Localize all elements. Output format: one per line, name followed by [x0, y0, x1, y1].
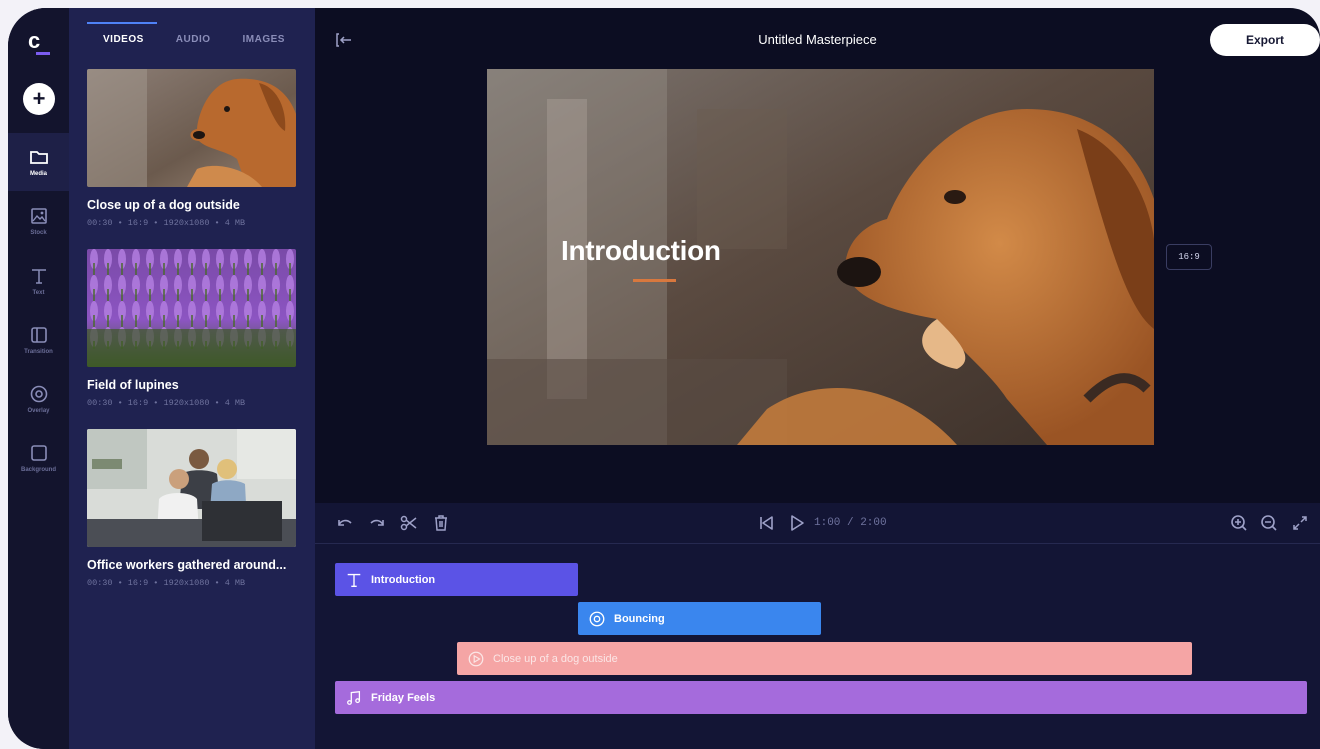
rail-item-background[interactable]: Background	[8, 429, 69, 487]
rail-item-label: Text	[32, 290, 45, 296]
media-meta: 00:30 • 16:9 • 1920x1080 • 4 MB	[87, 218, 246, 228]
timeline-clip-audio[interactable]: Friday Feels	[335, 681, 1307, 714]
media-panel: VIDEOS AUDIO IMAGES Close up of a dog ou…	[69, 8, 315, 749]
skip-back-icon[interactable]	[756, 513, 776, 533]
image-icon	[30, 208, 47, 224]
scissors-icon[interactable]	[399, 513, 419, 533]
media-meta: 00:30 • 16:9 • 1920x1080 • 4 MB	[87, 578, 246, 588]
media-title: Close up of a dog outside	[87, 198, 240, 212]
timeline: Introduction Bouncing Close up of a dog …	[315, 544, 1320, 749]
rail-item-media[interactable]: Media	[8, 133, 69, 191]
zoom-out-icon[interactable]	[1259, 513, 1279, 533]
active-tab-indicator	[87, 22, 157, 24]
folder-icon	[29, 151, 48, 164]
tab-images[interactable]: IMAGES	[243, 30, 285, 49]
aspect-ratio-badge[interactable]: 16:9	[1166, 244, 1212, 270]
rail-item-stock[interactable]: Stock	[8, 192, 69, 250]
text-icon	[347, 573, 361, 587]
rail-item-transition[interactable]: Transition	[8, 311, 69, 369]
media-item[interactable]: Field of lupines 00:30 • 16:9 • 1920x108…	[87, 249, 297, 408]
overlay-icon	[589, 611, 605, 626]
media-title: Office workers gathered around...	[87, 558, 287, 572]
editor-window: c + Media Stock Text Transition Overlay …	[8, 8, 1320, 749]
media-tabs: VIDEOS AUDIO IMAGES	[87, 30, 285, 49]
fit-timeline-icon[interactable]	[1290, 513, 1310, 533]
export-button[interactable]: Export	[1210, 24, 1320, 56]
clip-label: Bouncing	[614, 612, 665, 625]
music-icon	[347, 690, 361, 705]
playback-controls: 1:00 / 2:00	[315, 503, 1320, 544]
clip-label: Introduction	[371, 573, 436, 586]
rail-item-label: Stock	[30, 230, 47, 236]
editor-main: Untitled Masterpiece Export Introduction…	[315, 8, 1320, 749]
media-item[interactable]: Close up of a dog outside 00:30 • 16:9 •…	[87, 69, 297, 228]
play-icon[interactable]	[787, 513, 807, 533]
trash-icon[interactable]	[431, 513, 451, 533]
zoom-in-icon[interactable]	[1229, 513, 1249, 533]
timeline-clip-video[interactable]: Close up of a dog outside	[457, 642, 1192, 675]
top-bar: Untitled Masterpiece Export	[315, 8, 1320, 68]
project-title[interactable]: Untitled Masterpiece	[315, 32, 1320, 47]
tab-audio[interactable]: AUDIO	[176, 30, 211, 49]
timeline-clip-text[interactable]: Introduction	[335, 563, 578, 596]
undo-icon[interactable]	[335, 513, 355, 533]
rail-item-overlay[interactable]: Overlay	[8, 370, 69, 428]
office-thumbnail	[87, 429, 296, 547]
tool-rail: c + Media Stock Text Transition Overlay …	[8, 8, 69, 749]
add-media-button[interactable]: +	[23, 83, 55, 115]
overlay-icon	[30, 385, 47, 403]
app-logo: c	[26, 28, 54, 60]
background-icon	[30, 445, 47, 461]
rail-item-label: Transition	[24, 349, 53, 355]
media-meta: 00:30 • 16:9 • 1920x1080 • 4 MB	[87, 398, 246, 408]
text-icon	[31, 269, 46, 284]
timeline-clip-overlay[interactable]: Bouncing	[578, 602, 821, 635]
video-preview[interactable]: Introduction	[487, 69, 1154, 445]
lupines-thumbnail	[87, 249, 296, 367]
rail-item-label: Overlay	[27, 408, 50, 414]
play-icon	[468, 651, 484, 666]
dog-thumbnail	[87, 69, 296, 187]
media-title: Field of lupines	[87, 378, 179, 392]
rail-item-text[interactable]: Text	[8, 252, 69, 310]
tab-videos[interactable]: VIDEOS	[103, 30, 144, 49]
clip-label: Friday Feels	[371, 691, 436, 704]
clip-label: Close up of a dog outside	[493, 652, 618, 665]
rail-item-label: Media	[29, 171, 47, 177]
transition-icon	[30, 327, 47, 343]
media-item[interactable]: Office workers gathered around... 00:30 …	[87, 429, 297, 588]
title-underline	[633, 279, 676, 282]
rail-item-label: Background	[20, 467, 56, 473]
redo-icon[interactable]	[367, 513, 387, 533]
time-readout: 1:00 / 2:00	[814, 517, 887, 529]
preview-title-overlay[interactable]: Introduction	[561, 235, 721, 267]
